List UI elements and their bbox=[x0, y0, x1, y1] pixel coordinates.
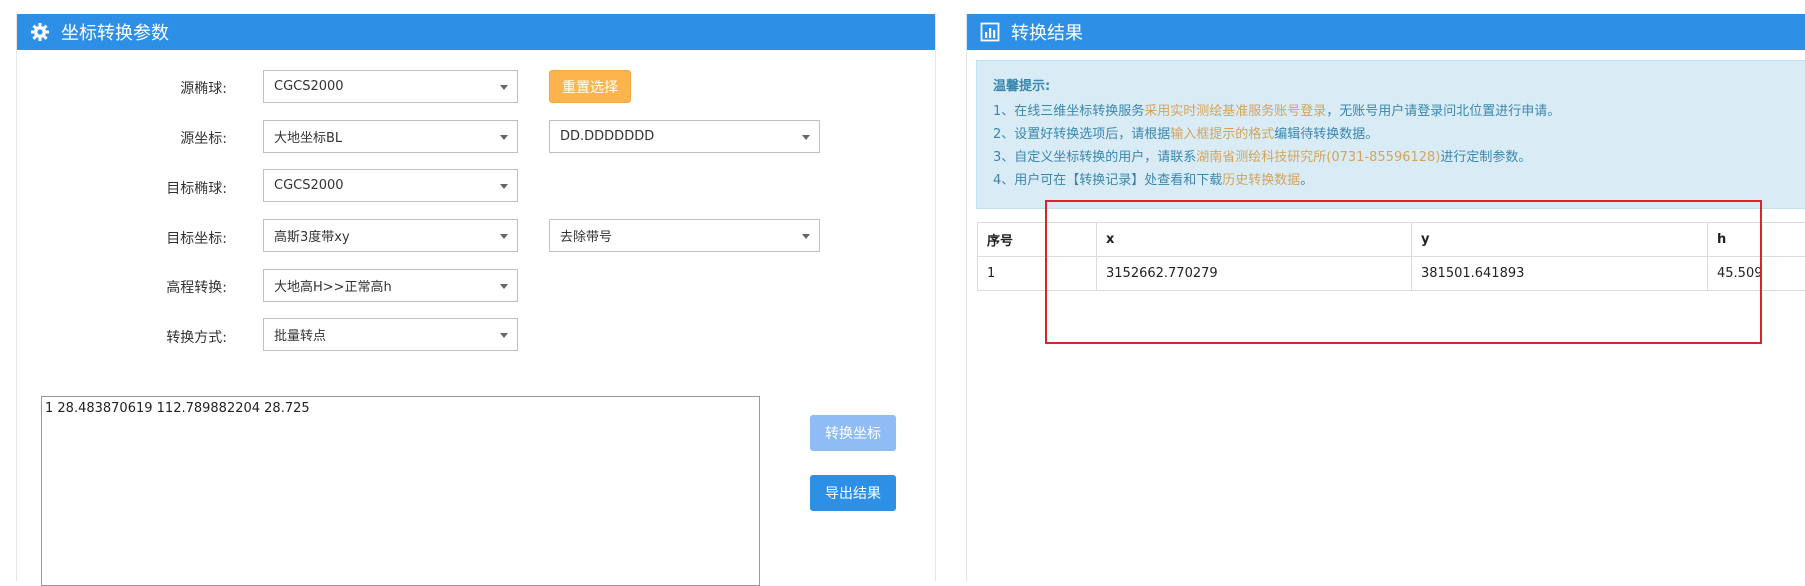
params-panel-header: 坐标转换参数 bbox=[17, 14, 935, 50]
table-row: 1 3152662.770279 381501.641893 45.509 bbox=[978, 257, 1805, 291]
chevron-down-icon bbox=[500, 135, 508, 140]
source-format-select[interactable]: DD.DDDDDDD bbox=[549, 120, 820, 153]
tip-link-contact[interactable]: 湖南省测绘科技研究所(0731-85596128) bbox=[1196, 150, 1440, 165]
reset-button[interactable]: 重置选择 bbox=[549, 70, 631, 103]
chevron-down-icon bbox=[500, 333, 508, 338]
source-coord-value: 大地坐标BL bbox=[274, 127, 342, 146]
tip-link-format[interactable]: 输入框提示的格式 bbox=[1170, 127, 1274, 142]
height-conversion-select[interactable]: 大地高H>>正常高h bbox=[263, 269, 518, 302]
source-format-value: DD.DDDDDDD bbox=[560, 129, 654, 144]
height-conversion-value: 大地高H>>正常高h bbox=[274, 276, 392, 295]
target-coord-select[interactable]: 高斯3度带xy bbox=[263, 219, 518, 252]
cell-x: 3152662.770279 bbox=[1097, 257, 1412, 291]
conversion-mode-label: 转换方式: bbox=[17, 327, 227, 347]
target-ellipsoid-select[interactable]: CGCS2000 bbox=[263, 169, 518, 202]
col-header-h: h bbox=[1708, 223, 1805, 257]
result-panel-header: 转换结果 bbox=[967, 14, 1805, 50]
conversion-mode-select[interactable]: 批量转点 bbox=[263, 318, 518, 351]
params-panel-title: 坐标转换参数 bbox=[61, 19, 169, 45]
zone-number-value: 去除带号 bbox=[560, 226, 612, 245]
source-coord-label: 源坐标: bbox=[17, 128, 227, 148]
col-header-index: 序号 bbox=[978, 223, 1097, 257]
gear-icon bbox=[29, 21, 51, 43]
result-table: 序号 x y h 1 3152662.770279 381501.641893 … bbox=[977, 222, 1805, 291]
tip-line-2: 2、设置好转换选项后，请根据输入框提示的格式编辑待转换数据。 bbox=[993, 123, 1789, 146]
source-coord-select[interactable]: 大地坐标BL bbox=[263, 120, 518, 153]
target-coord-value: 高斯3度带xy bbox=[274, 226, 350, 245]
chevron-down-icon bbox=[500, 85, 508, 90]
source-ellipsoid-select[interactable]: CGCS2000 bbox=[263, 70, 518, 103]
tips-title: 温馨提示: bbox=[993, 75, 1789, 94]
tip-link-history[interactable]: 历史转换数据 bbox=[1222, 173, 1300, 188]
tip-link-account[interactable]: 采用实时测绘基准服务账号登录 bbox=[1144, 104, 1326, 119]
cell-index: 1 bbox=[978, 257, 1097, 291]
height-conversion-label: 高程转换: bbox=[17, 277, 227, 297]
conversion-mode-value: 批量转点 bbox=[274, 325, 326, 344]
zone-number-select[interactable]: 去除带号 bbox=[549, 219, 820, 252]
cell-h: 45.509 bbox=[1708, 257, 1805, 291]
tip-line-1: 1、在线三维坐标转换服务采用实时测绘基准服务账号登录，无账号用户请登录问北位置进… bbox=[993, 100, 1789, 123]
tip-line-3: 3、自定义坐标转换的用户，请联系湖南省测绘科技研究所(0731-85596128… bbox=[993, 146, 1789, 169]
target-ellipsoid-value: CGCS2000 bbox=[274, 178, 344, 193]
chevron-down-icon bbox=[802, 135, 810, 140]
chevron-down-icon bbox=[500, 234, 508, 239]
source-ellipsoid-label: 源椭球: bbox=[17, 78, 227, 98]
target-ellipsoid-label: 目标椭球: bbox=[17, 178, 227, 198]
col-header-y: y bbox=[1412, 223, 1708, 257]
source-ellipsoid-value: CGCS2000 bbox=[274, 79, 344, 94]
chevron-down-icon bbox=[500, 284, 508, 289]
table-header-row: 序号 x y h bbox=[978, 223, 1805, 257]
target-coord-label: 目标坐标: bbox=[17, 228, 227, 248]
cell-y: 381501.641893 bbox=[1412, 257, 1708, 291]
chevron-down-icon bbox=[500, 184, 508, 189]
tip-line-4: 4、用户可在【转换记录】处查看和下载历史转换数据。 bbox=[993, 169, 1789, 192]
col-header-x: x bbox=[1097, 223, 1412, 257]
export-button[interactable]: 导出结果 bbox=[810, 475, 896, 511]
bar-chart-icon bbox=[979, 21, 1001, 43]
conversion-result-panel: 转换结果 温馨提示: 1、在线三维坐标转换服务采用实时测绘基准服务账号登录，无账… bbox=[966, 14, 1805, 581]
tips-box: 温馨提示: 1、在线三维坐标转换服务采用实时测绘基准服务账号登录，无账号用户请登… bbox=[976, 60, 1805, 209]
convert-button[interactable]: 转换坐标 bbox=[810, 415, 896, 451]
coordinate-input-textarea[interactable]: 1 28.483870619 112.789882204 28.725 bbox=[41, 396, 760, 586]
chevron-down-icon bbox=[802, 234, 810, 239]
coordinate-params-panel: 坐标转换参数 源椭球: CGCS2000 重置选择 源坐标: 大地坐标BL DD… bbox=[16, 14, 936, 581]
result-panel-title: 转换结果 bbox=[1011, 19, 1083, 45]
